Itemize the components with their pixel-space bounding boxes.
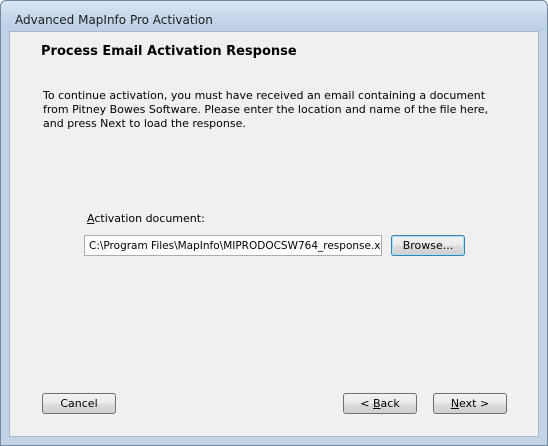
- back-rest: ack: [380, 397, 400, 410]
- next-mnemonic: N: [450, 397, 460, 410]
- next-button[interactable]: Next >: [433, 393, 507, 414]
- header-band: Process Email Activation Response: [10, 32, 538, 75]
- title-bar[interactable]: Advanced MapInfo Pro Activation: [1, 1, 547, 31]
- activation-document-field[interactable]: [84, 235, 382, 256]
- label-rest: ctivation document:: [94, 212, 205, 225]
- back-prefix: <: [360, 397, 373, 410]
- instructions-text: To continue activation, you must have re…: [43, 89, 489, 130]
- page-heading: Process Email Activation Response: [41, 44, 297, 59]
- back-button[interactable]: < Back: [343, 393, 417, 414]
- activation-dialog: Advanced MapInfo Pro Activation Process …: [0, 0, 548, 446]
- window-title: Advanced MapInfo Pro Activation: [15, 13, 213, 27]
- activation-document-label: Activation document:: [87, 212, 205, 225]
- dialog-content: Process Email Activation Response To con…: [9, 31, 539, 437]
- cancel-button[interactable]: Cancel: [42, 393, 116, 414]
- back-mnemonic: B: [373, 397, 381, 410]
- browse-button[interactable]: Browse...: [391, 235, 465, 256]
- next-rest: ext >: [459, 397, 490, 410]
